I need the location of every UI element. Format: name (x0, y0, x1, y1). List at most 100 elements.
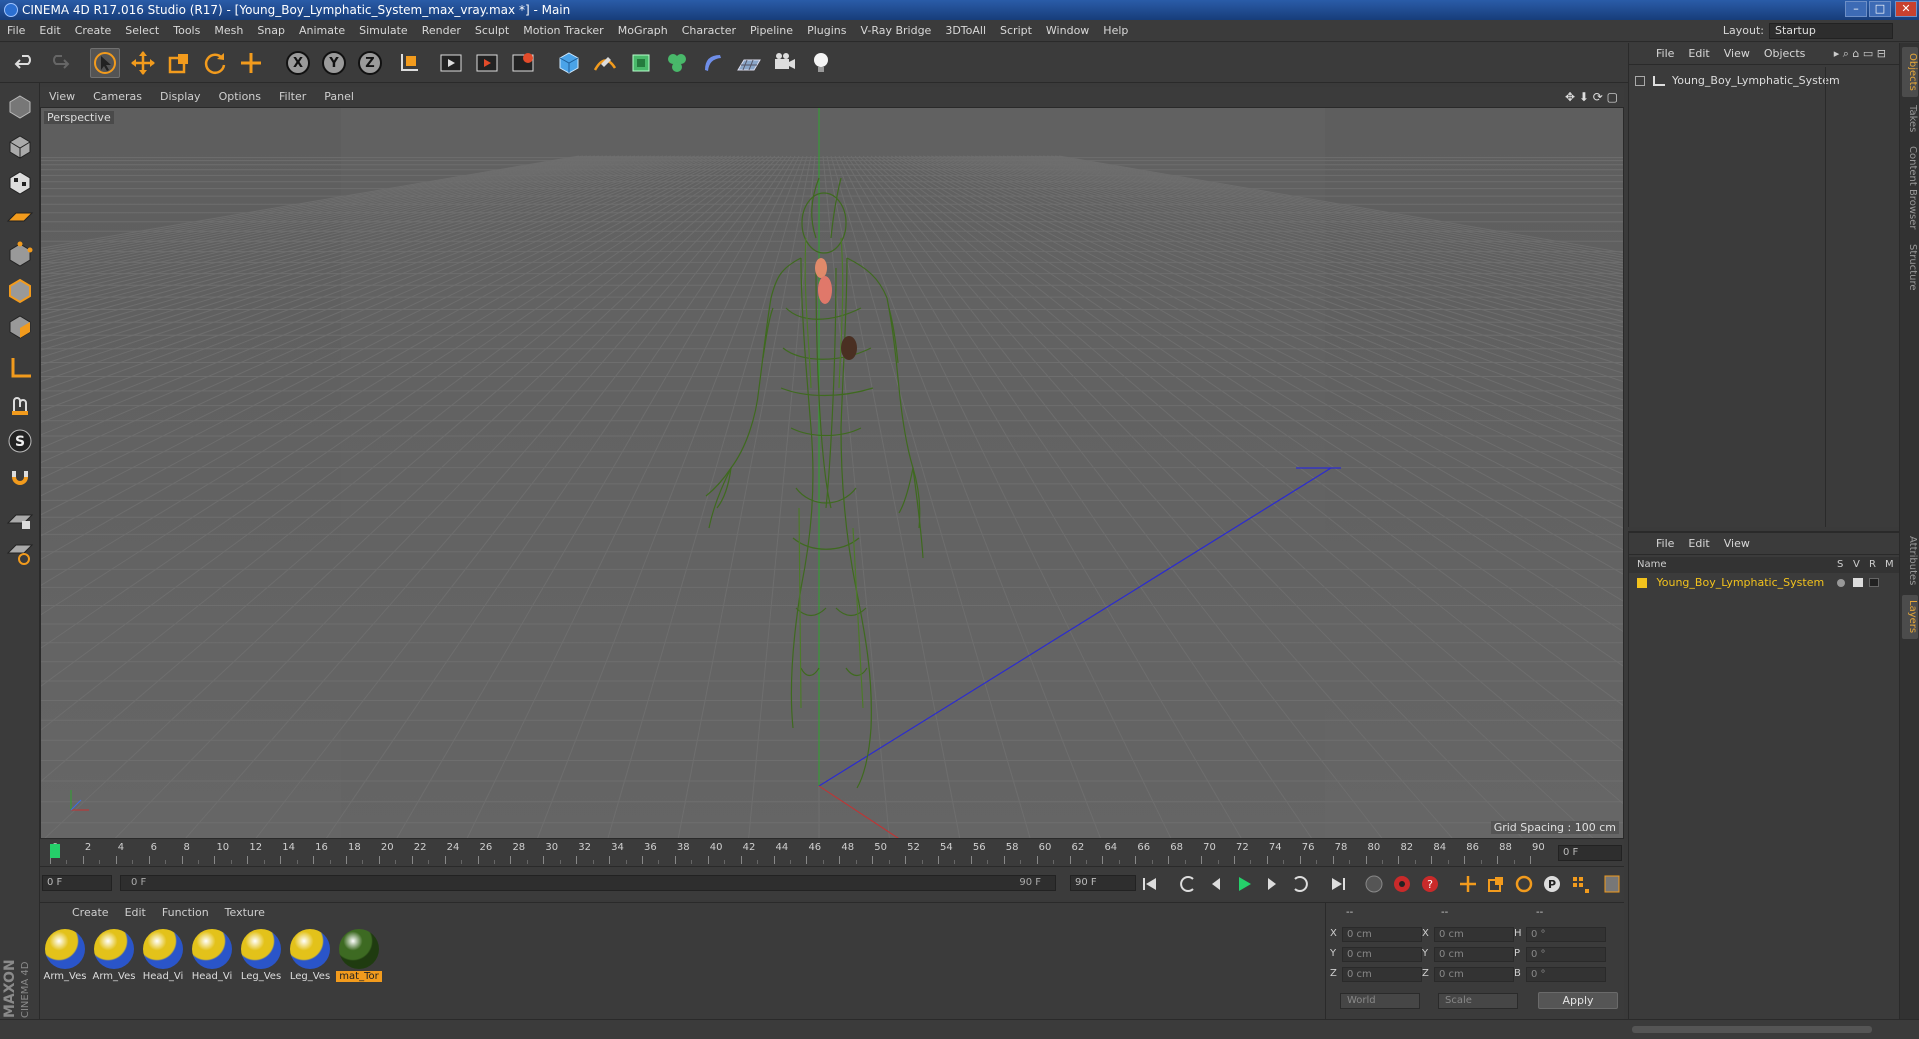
coord-value-field[interactable]: 0 ° (1526, 927, 1606, 942)
render-picture-viewer-icon[interactable] (472, 48, 502, 78)
material-preview-ball[interactable] (339, 929, 379, 969)
coord-value-field[interactable]: 0 ° (1526, 967, 1606, 982)
light-icon[interactable] (806, 48, 836, 78)
menu-render[interactable]: Render (415, 20, 468, 42)
object-row-root[interactable]: Young_Boy_Lymphatic_System (1635, 73, 1885, 89)
coord-value-field[interactable]: 0 cm (1342, 967, 1422, 982)
material-menu-create[interactable]: Create (64, 903, 117, 923)
next-key-icon[interactable] (1288, 872, 1312, 896)
end-frame-field[interactable]: 90 F (1070, 875, 1136, 891)
coord-value-field[interactable]: 0 cm (1434, 927, 1514, 942)
scale-tool-icon[interactable] (164, 48, 194, 78)
record-active-objects-icon[interactable] (1390, 872, 1414, 896)
material-swatch[interactable]: Arm_Ves (91, 927, 137, 989)
layer-visible-toggle-icon[interactable] (1853, 578, 1863, 587)
menu-animate[interactable]: Animate (292, 20, 352, 42)
current-frame-field[interactable]: 0 F (1558, 845, 1622, 861)
y-axis-lock[interactable]: Y (319, 48, 349, 78)
move-tool-icon[interactable] (128, 48, 158, 78)
workplane-rotate-icon[interactable] (4, 537, 36, 569)
menu-window[interactable]: Window (1039, 20, 1096, 42)
layer-color-swatch[interactable] (1637, 578, 1647, 588)
menu-plugins[interactable]: Plugins (800, 20, 853, 42)
menu-script[interactable]: Script (993, 20, 1039, 42)
key-point-level-icon[interactable] (1568, 872, 1592, 896)
layer-menu-edit[interactable]: Edit (1681, 533, 1716, 555)
play-forward-icon[interactable] (1232, 872, 1256, 896)
viewport-menu-filter[interactable]: Filter (270, 87, 315, 107)
workplane-mode-icon[interactable] (4, 201, 36, 233)
menu-mograph[interactable]: MoGraph (611, 20, 675, 42)
object-menu-file[interactable]: File (1649, 43, 1681, 65)
menu-sculpt[interactable]: Sculpt (468, 20, 516, 42)
coord-value-field[interactable]: 0 cm (1434, 947, 1514, 962)
object-toolbar-icons[interactable]: ▸ ⌕ ⌂ ▭ ⊟ (1827, 43, 1893, 65)
layer-menu-view[interactable]: View (1717, 533, 1757, 555)
object-name[interactable]: Young_Boy_Lymphatic_System (1672, 74, 1840, 87)
menu-select[interactable]: Select (118, 20, 166, 42)
make-editable-icon[interactable] (4, 91, 36, 123)
menu-mesh[interactable]: Mesh (207, 20, 250, 42)
z-axis-lock[interactable]: Z (355, 48, 385, 78)
deformer-icon[interactable] (698, 48, 728, 78)
material-swatch[interactable]: Leg_Ves (287, 927, 333, 989)
material-swatch[interactable]: mat_Tor (336, 927, 382, 989)
texture-mode-icon[interactable] (4, 167, 36, 199)
viewport-menu-options[interactable]: Options (210, 87, 270, 107)
material-menu-edit[interactable]: Edit (117, 903, 154, 923)
go-to-start-icon[interactable] (1138, 872, 1162, 896)
viewport-camera-label[interactable]: Perspective (44, 111, 114, 124)
material-preview-ball[interactable] (143, 929, 183, 969)
layer-render-toggle-icon[interactable] (1869, 578, 1879, 587)
cube-primitive-icon[interactable] (554, 48, 584, 78)
redo-icon[interactable] (44, 48, 74, 78)
material-name[interactable]: Leg_Ves (238, 971, 284, 982)
menu-file[interactable]: File (0, 20, 32, 42)
viewport-menu-view[interactable]: View (40, 87, 84, 107)
key-position-icon[interactable] (1456, 872, 1480, 896)
model-mode-icon[interactable] (4, 131, 36, 163)
material-preview-ball[interactable] (290, 929, 330, 969)
material-menu-function[interactable]: Function (154, 903, 217, 923)
polygons-mode-icon[interactable] (4, 311, 36, 343)
layer-name[interactable]: Young_Boy_Lymphatic_System (1657, 576, 1825, 589)
floor-icon[interactable] (734, 48, 764, 78)
material-swatch[interactable]: Leg_Ves (238, 927, 284, 989)
timeline-window-icon[interactable] (1600, 872, 1624, 896)
viewport-menu-cameras[interactable]: Cameras (84, 87, 151, 107)
key-rotation-icon[interactable] (1512, 872, 1536, 896)
material-preview-ball[interactable] (192, 929, 232, 969)
perspective-viewport[interactable]: Perspective Grid Spacing : 100 cm (40, 107, 1624, 839)
coord-value-field[interactable]: 0 cm (1434, 967, 1514, 982)
material-preview-ball[interactable] (94, 929, 134, 969)
object-menu-edit[interactable]: Edit (1681, 43, 1716, 65)
cloner-icon[interactable] (662, 48, 692, 78)
axis-mode-icon[interactable] (4, 353, 36, 385)
material-name[interactable]: Arm_Ves (42, 971, 88, 982)
playhead-marker[interactable] (50, 844, 60, 858)
menu-vray-bridge[interactable]: V-Ray Bridge (853, 20, 938, 42)
object-menu-view[interactable]: View (1717, 43, 1757, 65)
timeline-ruler[interactable]: 0246810121416182022242628303234363840424… (40, 840, 1624, 866)
next-frame-icon[interactable] (1260, 872, 1284, 896)
material-menu-texture[interactable]: Texture (217, 903, 273, 923)
material-name[interactable]: Head_Vi (140, 971, 186, 982)
tab-layers[interactable]: Layers (1902, 595, 1918, 639)
coordinate-system-icon[interactable] (394, 48, 424, 78)
material-swatch[interactable]: Head_Vi (189, 927, 235, 989)
material-preview-ball[interactable] (241, 929, 281, 969)
x-axis-lock[interactable]: X (283, 48, 313, 78)
material-name[interactable]: Leg_Ves (287, 971, 333, 982)
menu-help[interactable]: Help (1096, 20, 1135, 42)
material-name[interactable]: mat_Tor (336, 971, 382, 982)
viewport-menu-panel[interactable]: Panel (315, 87, 363, 107)
layer-solo-toggle-icon[interactable] (1837, 579, 1845, 587)
layer-row[interactable]: Young_Boy_Lymphatic_System (1637, 575, 1892, 591)
previous-frame-icon[interactable] (1204, 872, 1228, 896)
maximize-button[interactable]: □ (1869, 1, 1891, 17)
size-mode-dropdown[interactable]: Scale (1438, 993, 1518, 1009)
workplane-lock-icon[interactable] (4, 503, 36, 535)
viewport-nav-icons[interactable]: ✥ ⬇ ⟳ ▢ (1565, 87, 1618, 107)
key-scale-icon[interactable] (1484, 872, 1508, 896)
layer-menu-file[interactable]: File (1649, 533, 1681, 555)
